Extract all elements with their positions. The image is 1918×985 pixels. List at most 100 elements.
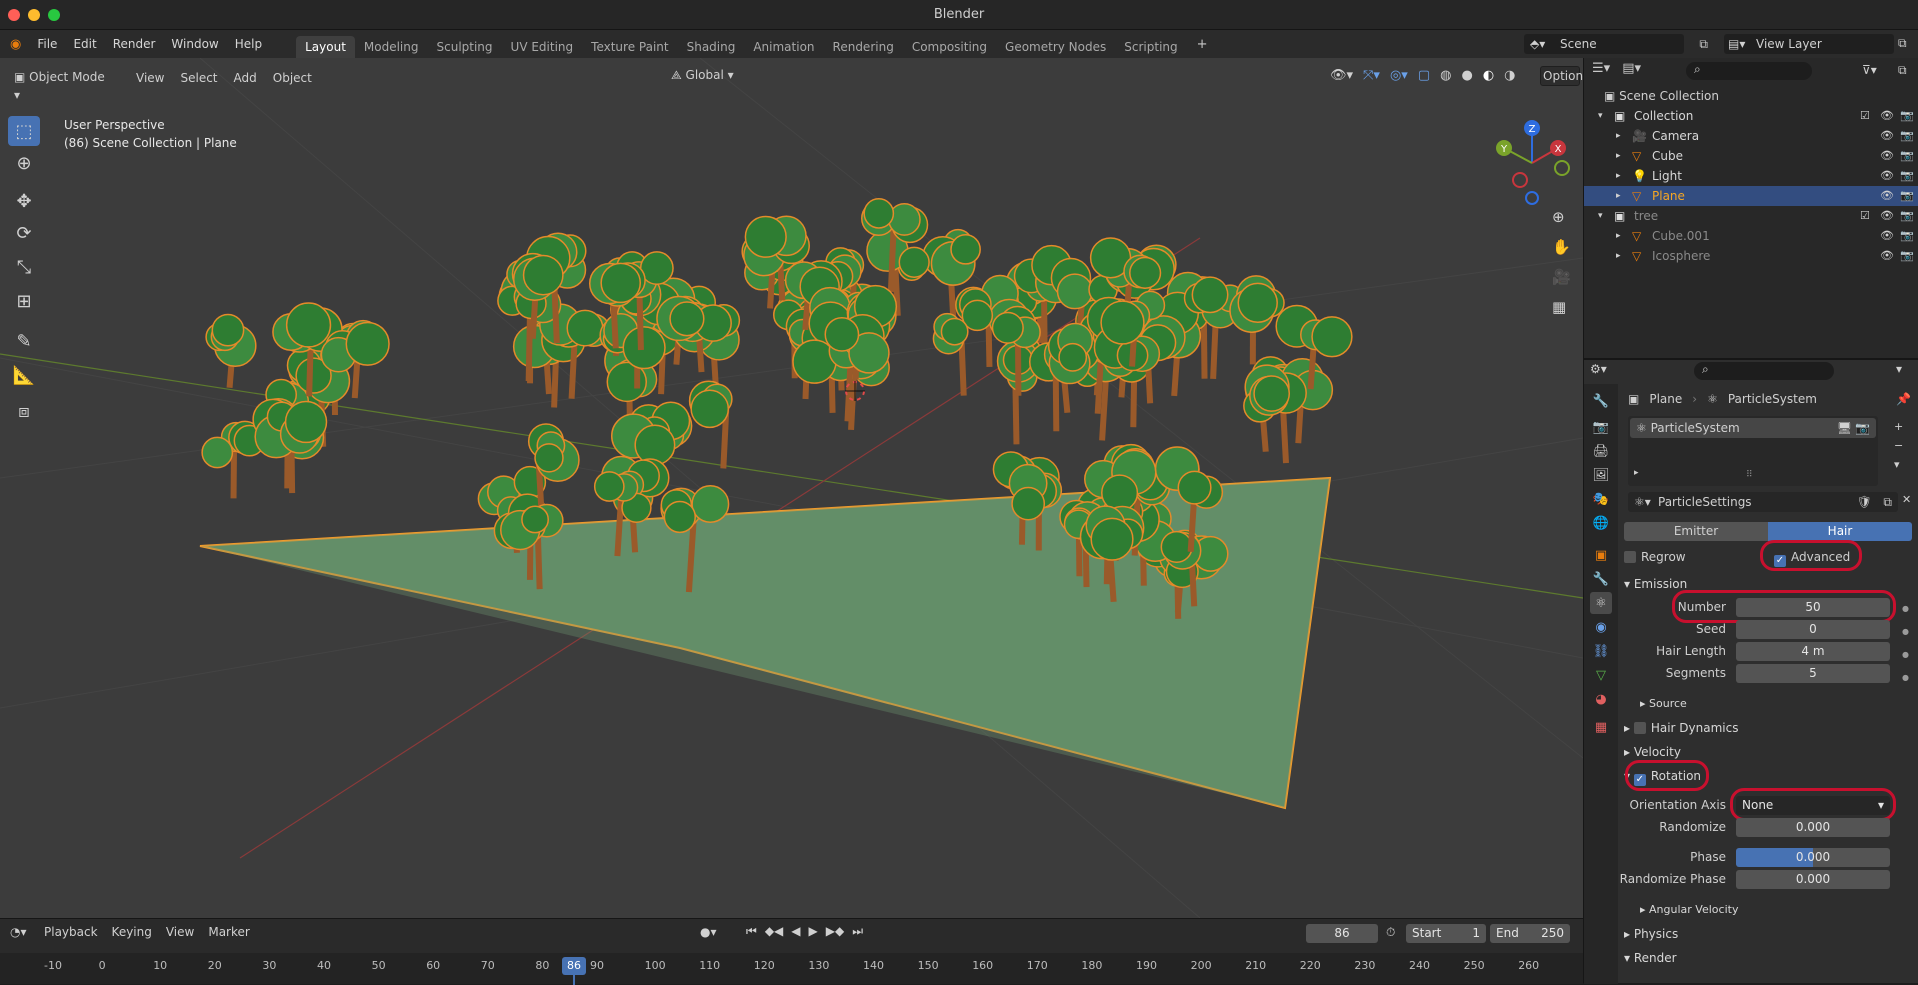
play-icon[interactable]: ▶ — [809, 924, 818, 939]
expand-arrow-icon[interactable]: ▾ — [1598, 206, 1603, 226]
timeline-menu-view[interactable]: View — [166, 925, 194, 939]
expand-arrow-icon[interactable]: ▾ — [1598, 106, 1603, 126]
filter-icon[interactable]: ⊽▾ — [1862, 63, 1877, 77]
expand-arrow-icon[interactable]: ▸ — [1616, 166, 1621, 186]
start-frame-field[interactable]: Start1 — [1406, 924, 1486, 943]
type-emitter-button[interactable]: Emitter — [1624, 522, 1768, 541]
particle-system-list-item[interactable]: ⚛ ParticleSystem 🖥 📷 — [1630, 418, 1876, 438]
next-keyframe-icon[interactable]: ▶◆ — [826, 924, 844, 939]
scene-selector[interactable]: ⬘▾ Scene ⧉ — [1524, 34, 1684, 54]
render-camera-icon[interactable]: 📷 — [1900, 226, 1914, 246]
rendered-shading-icon[interactable]: ◑ — [1504, 68, 1515, 83]
regrow-checkbox[interactable]: Regrow — [1624, 548, 1686, 567]
keyframe-dot[interactable]: ● — [1902, 650, 1909, 659]
tab-animation[interactable]: Animation — [744, 36, 823, 58]
view-layer-tab-icon[interactable]: 🖼 — [1590, 464, 1612, 486]
stopwatch-icon[interactable]: ⏱ — [1386, 925, 1395, 940]
segments-field[interactable]: 5 — [1736, 664, 1890, 683]
output-tab-icon[interactable]: 🖨 — [1590, 440, 1612, 462]
keyframe-dot[interactable]: ● — [1902, 673, 1909, 682]
display-mode-icon[interactable]: ▤▾ — [1622, 62, 1641, 75]
render-tab-icon[interactable]: 📷 — [1590, 416, 1612, 438]
material-shading-icon[interactable]: ◐ — [1483, 68, 1494, 83]
ortho-grid-icon[interactable]: ▦ — [1552, 298, 1571, 316]
add-slot-icon[interactable]: + — [1894, 420, 1903, 433]
keyframe-dot[interactable]: ● — [1902, 627, 1909, 636]
props-editor-type-icon[interactable]: ⚙▾ — [1590, 362, 1607, 376]
viewport-menu-object[interactable]: Object — [265, 68, 320, 88]
duplicate-settings-icon[interactable]: ⧉ — [1883, 492, 1892, 512]
overlay-toggle-icon[interactable]: ◎▾ — [1390, 68, 1408, 83]
remove-slot-icon[interactable]: − — [1894, 439, 1903, 452]
outliner-search-input[interactable]: ⌕ — [1686, 62, 1812, 80]
cursor-tool-icon[interactable]: ⊕ — [8, 148, 40, 178]
hair-dynamics-section[interactable]: ▸ Hair Dynamics — [1624, 718, 1738, 738]
timeline-menu-marker[interactable]: Marker — [208, 925, 249, 939]
physics-tab-icon[interactable]: ◉ — [1590, 616, 1612, 638]
data-tab-icon[interactable]: ▽ — [1590, 664, 1612, 686]
scale-tool-icon[interactable]: ⤡ — [8, 252, 40, 282]
eye-icon[interactable]: 👁 — [1880, 106, 1894, 126]
tab-scripting[interactable]: Scripting — [1115, 36, 1186, 58]
scene-tab-icon[interactable]: 🎭 — [1590, 488, 1612, 510]
texture-tab-icon[interactable]: ▦ — [1590, 716, 1612, 738]
show-render-icon[interactable]: 📷 — [1855, 418, 1870, 438]
select-box-tool-icon[interactable]: ⬚ — [8, 116, 40, 146]
pin-icon[interactable]: 📌 — [1896, 392, 1911, 406]
randomize-field[interactable]: 0.000 — [1736, 818, 1890, 837]
physics-section[interactable]: ▸ Physics — [1624, 924, 1678, 944]
emission-section-header[interactable]: ▾ Emission — [1624, 574, 1687, 594]
render-camera-icon[interactable]: 📷 — [1900, 186, 1914, 206]
prev-keyframe-icon[interactable]: ◆◀ — [765, 924, 783, 939]
eye-icon[interactable]: 👁 — [1880, 226, 1894, 246]
eye-icon[interactable]: 👁 — [1880, 166, 1894, 186]
eye-icon[interactable]: 👁 — [1880, 126, 1894, 146]
timeline-editor-icon[interactable]: ◔▾ — [10, 925, 27, 939]
tab-sculpting[interactable]: Sculpting — [428, 36, 502, 58]
expand-arrow-icon[interactable]: ▸ — [1616, 246, 1621, 266]
world-tab-icon[interactable]: 🌐 — [1590, 512, 1612, 534]
render-camera-icon[interactable]: 📷 — [1900, 126, 1914, 146]
play-reverse-icon[interactable]: ◀ — [791, 924, 800, 939]
eye-icon[interactable]: 👁 — [1880, 146, 1894, 166]
velocity-section[interactable]: ▸ Velocity — [1624, 742, 1681, 762]
options-button[interactable]: Options — [1540, 66, 1580, 86]
add-workspace-icon[interactable]: + — [1197, 38, 1208, 51]
outliner-item-collection[interactable]: ▾▣Collection☑👁📷 — [1584, 106, 1918, 126]
keyframe-dot[interactable]: ● — [1902, 604, 1909, 613]
move-tool-icon[interactable]: ✥ — [8, 186, 40, 216]
expand-arrow-icon[interactable]: ▸ — [1616, 126, 1621, 146]
gizmo-toggle-icon[interactable]: ⤧▾ — [1363, 68, 1380, 83]
playhead-frame[interactable]: 86 — [562, 957, 586, 975]
viewport-menu-add[interactable]: Add — [226, 68, 265, 88]
add-cube-tool-icon[interactable]: ⧈ — [8, 396, 40, 426]
eye-icon[interactable]: 👁 — [1880, 206, 1894, 226]
timeline-ruler[interactable] — [0, 953, 1583, 984]
constraints-tab-icon[interactable]: ⛓ — [1590, 640, 1612, 662]
view-layer-selector[interactable]: ▤▾ View Layer — [1724, 34, 1894, 54]
exclude-checkbox-icon[interactable]: ☑ — [1860, 206, 1870, 226]
timeline-menu-playback[interactable]: Playback — [44, 925, 98, 939]
outliner-item-icosphere[interactable]: ▸▽Icosphere👁📷 — [1584, 246, 1918, 266]
tool-tab-icon[interactable]: 🔧 — [1590, 390, 1612, 412]
new-scene-icon[interactable]: ⧉ — [1699, 34, 1708, 54]
tab-layout[interactable]: Layout — [296, 36, 355, 58]
particles-tab-icon[interactable]: ⚛ — [1590, 592, 1612, 614]
render-camera-icon[interactable]: 📷 — [1900, 246, 1914, 266]
3d-viewport[interactable]: ▣ Object Mode ▾ ViewSelectAddObject ⟁ Gl… — [0, 58, 1583, 918]
measure-tool-icon[interactable]: 📐 — [8, 360, 40, 390]
expand-arrow-icon[interactable]: ▸ — [1616, 226, 1621, 246]
tab-texture-paint[interactable]: Texture Paint — [582, 36, 677, 58]
eye-icon[interactable]: 👁 — [1880, 186, 1894, 206]
delete-view-layer-icon[interactable]: ⧉ — [1898, 36, 1907, 51]
end-frame-field[interactable]: End250 — [1490, 924, 1570, 943]
rotate-tool-icon[interactable]: ⟳ — [8, 218, 40, 248]
list-expand-icon[interactable]: ▸ — [1634, 468, 1639, 478]
jump-start-icon[interactable]: ⏮ — [746, 924, 757, 939]
source-subpanel[interactable]: ▸ Source — [1640, 694, 1687, 714]
annotate-tool-icon[interactable]: ✎ — [8, 326, 40, 356]
outliner-item-cube-001[interactable]: ▸▽Cube.001👁📷 — [1584, 226, 1918, 246]
outliner-item-cube[interactable]: ▸▽Cube👁📷 — [1584, 146, 1918, 166]
pan-hand-icon[interactable]: ✋ — [1552, 238, 1571, 256]
new-collection-icon[interactable]: ⧉ — [1898, 63, 1907, 78]
